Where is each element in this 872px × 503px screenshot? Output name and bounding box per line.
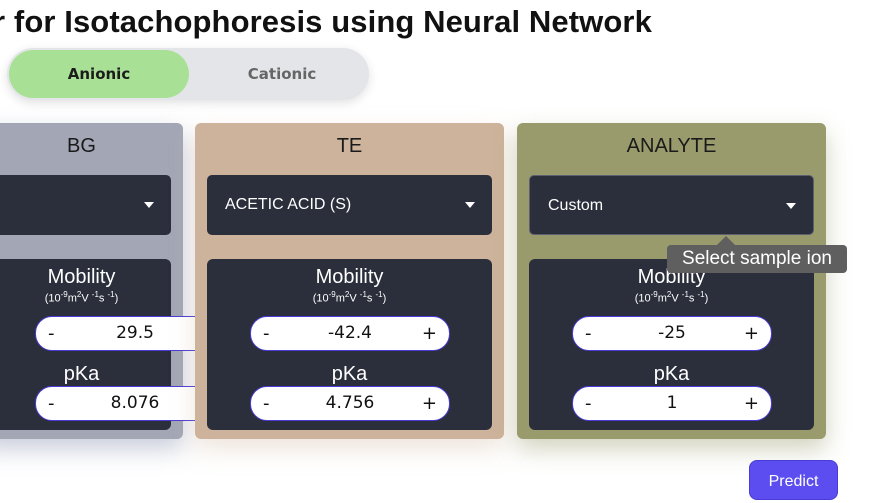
analyte-panel-title: ANALYTE [626, 135, 717, 157]
increment-button[interactable]: + [744, 387, 759, 420]
te-mobility-stepper[interactable]: - -42.4 + [250, 316, 450, 351]
analyte-mobility-stepper[interactable]: - -25 + [572, 316, 772, 351]
page-title: or for Isotachophoresis using Neural Net… [0, 4, 652, 39]
decrement-button[interactable]: - [263, 317, 270, 350]
chevron-down-icon [786, 203, 796, 209]
analyte-pka-stepper[interactable]: - 1 + [572, 386, 772, 421]
bg-mobility-label: Mobility [47, 266, 116, 288]
bg-panel-title: BG [67, 135, 96, 157]
decrement-button[interactable]: - [263, 387, 270, 420]
te-mobility-unit: (10-9m2V -1s -1) [312, 290, 387, 305]
te-ion-select-value: ACETIC ACID (S) [225, 196, 352, 213]
toggle-cationic[interactable]: Cationic [197, 50, 367, 98]
increment-button[interactable]: + [422, 317, 437, 350]
decrement-button[interactable]: - [48, 387, 55, 420]
te-ion-select[interactable]: ACETIC ACID (S) [207, 175, 492, 235]
te-panel: TE ACETIC ACID (S) Mobility (10-9m2V -1s… [195, 123, 504, 439]
chevron-down-icon [465, 202, 475, 208]
bg-properties: Mobility (10-9m2V -1s -1) - 29.5 + pKa -… [0, 259, 235, 430]
te-pka-label: pKa [331, 363, 368, 385]
analyte-pka-label: pKa [653, 363, 690, 385]
analyte-mobility-value[interactable]: -25 [603, 317, 741, 350]
analyte-ion-select-value: Custom [548, 197, 604, 214]
te-panel-title: TE [336, 135, 363, 157]
increment-button[interactable]: + [744, 317, 759, 350]
analyte-ion-select[interactable]: Custom [529, 175, 814, 235]
bg-mobility-unit: (10-9m2V -1s -1) [44, 290, 119, 305]
bg-panel: BG Mobility (10-9m2V -1s -1) - 29.5 + pK… [0, 123, 235, 439]
tooltip-arrow [717, 236, 735, 245]
analyte-properties: Mobility (10-9m2V -1s -1) - -25 + pKa - … [529, 259, 814, 430]
analyte-mobility-unit: (10-9m2V -1s -1) [634, 290, 709, 305]
decrement-button[interactable]: - [48, 317, 55, 350]
te-properties: Mobility (10-9m2V -1s -1) - -42.4 + pKa … [207, 259, 492, 430]
select-sample-tooltip: Select sample ion [667, 236, 847, 273]
predict-button[interactable]: Predict [749, 460, 838, 500]
mode-toggle: Anionic Cationic [7, 48, 369, 100]
bg-mobility-value[interactable]: 29.5 [66, 317, 204, 350]
te-pka-stepper[interactable]: - 4.756 + [250, 386, 450, 421]
increment-button[interactable]: + [422, 387, 437, 420]
te-pka-value[interactable]: 4.756 [281, 387, 419, 420]
toggle-anionic[interactable]: Anionic [9, 50, 189, 98]
bg-pka-label: pKa [63, 363, 100, 385]
tooltip-text: Select sample ion [682, 248, 832, 269]
chevron-down-icon [144, 202, 154, 208]
te-mobility-value[interactable]: -42.4 [281, 317, 419, 350]
analyte-panel: ANALYTE Custom Mobility (10-9m2V -1s -1)… [517, 123, 826, 439]
te-mobility-label: Mobility [315, 266, 384, 288]
bg-ion-select[interactable] [0, 175, 171, 235]
decrement-button[interactable]: - [585, 387, 592, 420]
decrement-button[interactable]: - [585, 317, 592, 350]
analyte-pka-value[interactable]: 1 [603, 387, 741, 420]
bg-pka-value[interactable]: 8.076 [66, 387, 204, 420]
